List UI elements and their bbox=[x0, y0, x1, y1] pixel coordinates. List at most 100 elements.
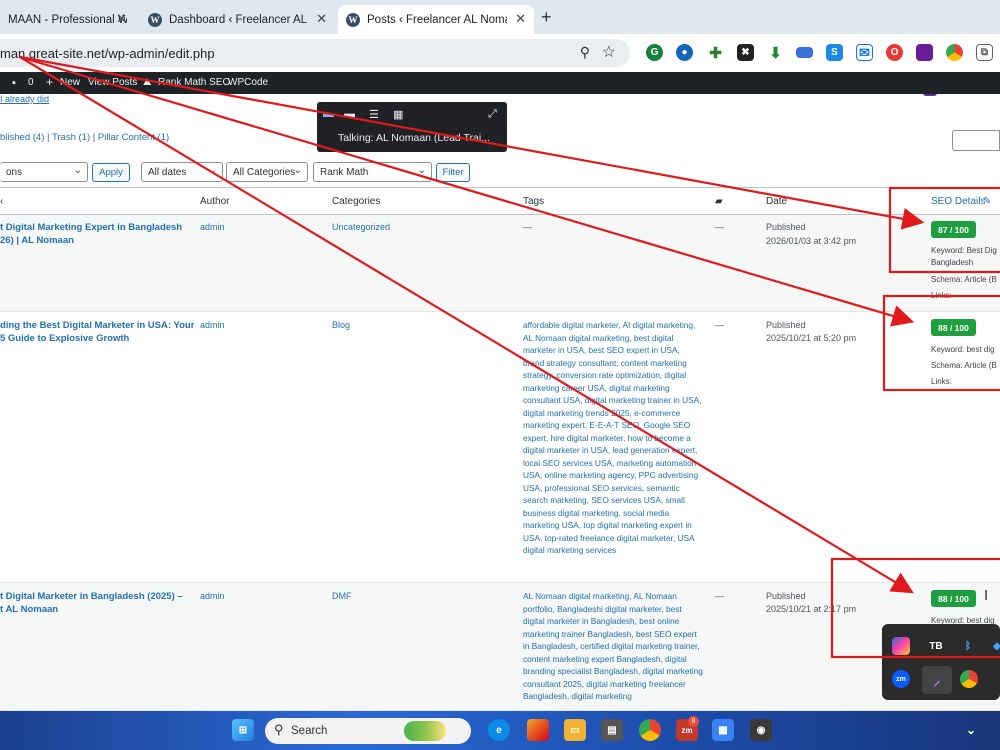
extension-icon[interactable] bbox=[796, 47, 813, 58]
categories-select[interactable]: All Categories ⌄ bbox=[226, 162, 308, 182]
mail-icon[interactable]: ✉ bbox=[856, 44, 873, 61]
comment-bubble-icon[interactable]: ▰ bbox=[715, 196, 723, 207]
filter-button[interactable]: Filter bbox=[436, 163, 470, 182]
published-filter-link[interactable]: blished (4) bbox=[0, 132, 44, 143]
post-category[interactable]: DMF bbox=[332, 590, 352, 603]
seo-links: Links: bbox=[931, 377, 952, 386]
chrome-icon[interactable] bbox=[946, 44, 963, 61]
notepad-icon[interactable]: ▦ bbox=[712, 719, 734, 741]
zoom-app-icon[interactable]: zm bbox=[892, 670, 910, 688]
table-row: ding the Best Digital Marketer in USA: Y… bbox=[0, 312, 1000, 583]
chevron-up-icon[interactable]: ⌄ bbox=[960, 719, 982, 741]
browser-tab-bar: MAAN - Professional We ✕ W Dashboard ‹ F… bbox=[0, 0, 1000, 34]
windows-start-icon[interactable]: ⊞ bbox=[232, 719, 254, 741]
add-icon[interactable]: ✚ bbox=[707, 44, 724, 62]
feather-icon[interactable]: ⸝ bbox=[922, 666, 952, 694]
expand-icon[interactable]: ⤢ bbox=[488, 108, 497, 121]
text-cursor-icon: Ⅰ bbox=[984, 587, 989, 603]
post-author[interactable]: admin bbox=[200, 319, 225, 332]
post-category[interactable]: Uncategorized bbox=[332, 221, 390, 234]
post-title-link[interactable]: t Digital Marketing Expert in Bangladesh… bbox=[0, 221, 182, 247]
column-date[interactable]: Date bbox=[766, 196, 787, 207]
taskbar-search-label: Search bbox=[291, 725, 328, 737]
notification-badge: 8 bbox=[688, 716, 699, 727]
posts-table-header: ‹ Author Categories Tags ▰ Date SEO Deta… bbox=[0, 187, 1000, 215]
dates-value: All dates bbox=[148, 166, 187, 178]
grammarly-icon[interactable]: G bbox=[646, 44, 663, 61]
edge-icon[interactable]: e bbox=[488, 719, 510, 741]
app-icon[interactable]: ◉ bbox=[750, 719, 772, 741]
column-tags[interactable]: Tags bbox=[523, 196, 544, 207]
admin-view-posts-link[interactable]: View Posts bbox=[88, 77, 137, 88]
extension-icon[interactable]: S bbox=[826, 44, 843, 61]
url-text[interactable]: man.great-site.net/wp-admin/edit.php bbox=[0, 46, 215, 61]
shield-icon[interactable]: ◆ bbox=[988, 637, 1000, 655]
seo-keyword: Keyword: best dig bbox=[931, 345, 995, 354]
windows-taskbar: ⊞ ⚲ Search e ▭ ▤ zm 8 ▦ ◉ ⌄ bbox=[0, 711, 1000, 750]
tab-dashboard[interactable]: W Dashboard ‹ Freelancer AL Nom ✕ bbox=[140, 5, 335, 34]
minimize-icon[interactable]: ▬ bbox=[323, 108, 334, 120]
admin-new-link[interactable]: New bbox=[60, 77, 80, 88]
bluetooth-icon[interactable]: ᛒ bbox=[959, 637, 977, 655]
column-author[interactable]: Author bbox=[200, 196, 229, 207]
sort-icon[interactable]: ‹ bbox=[0, 196, 3, 207]
tab-maan[interactable]: MAAN - Professional We ✕ bbox=[0, 5, 135, 34]
extension-icon[interactable]: ✖ bbox=[737, 44, 754, 61]
post-date: 2025/10/21 at 2:17 pm bbox=[766, 604, 857, 614]
close-tab-icon[interactable]: ✕ bbox=[116, 11, 127, 27]
close-tab-icon[interactable]: ✕ bbox=[515, 11, 526, 27]
search-posts-input[interactable] bbox=[952, 130, 1000, 151]
taskbar-search[interactable]: ⚲ Search bbox=[265, 718, 471, 744]
post-category[interactable]: Blog bbox=[332, 319, 350, 332]
download-arrow-icon[interactable]: ⬇ bbox=[767, 44, 784, 62]
rank-math-select[interactable]: Rank Math ⌄ bbox=[313, 162, 432, 182]
chrome-icon[interactable] bbox=[639, 719, 661, 741]
app-icon[interactable]: ▤ bbox=[601, 719, 623, 741]
extension-icon[interactable]: ● bbox=[676, 44, 693, 61]
tab-posts[interactable]: W Posts ‹ Freelancer AL Nomaan – ✕ bbox=[338, 5, 534, 34]
post-date: 2026/01/03 at 3:42 pm bbox=[766, 236, 857, 246]
apply-button[interactable]: Apply bbox=[92, 163, 130, 182]
comments-count[interactable]: 0 bbox=[28, 77, 34, 88]
dates-select[interactable]: All dates ⌄ bbox=[141, 162, 223, 182]
post-author[interactable]: admin bbox=[200, 221, 225, 234]
notice-link[interactable]: I already did bbox=[0, 94, 49, 104]
address-bar[interactable]: man.great-site.net/wp-admin/edit.php ⚲ ☆ bbox=[0, 39, 630, 67]
rank-math-value: Rank Math bbox=[320, 166, 369, 178]
layout-icon[interactable]: ▬ bbox=[344, 108, 355, 120]
new-tab-button[interactable]: + bbox=[541, 7, 552, 28]
pillar-filter-link[interactable]: Pillar Content (1) bbox=[98, 132, 169, 143]
pencil-icon[interactable]: ✎ bbox=[983, 196, 991, 207]
post-tags[interactable]: AL Nomaan digital marketing, AL Nomaan p… bbox=[523, 590, 703, 703]
copilot-icon[interactable] bbox=[527, 719, 549, 741]
bulk-actions-select[interactable]: ons ⌄ bbox=[0, 162, 88, 182]
admin-rank-math-link[interactable]: Rank Math SEO bbox=[158, 77, 230, 88]
chevron-down-icon: ⌄ bbox=[73, 165, 82, 176]
tb-icon[interactable]: TB bbox=[927, 637, 945, 655]
column-seo-details[interactable]: SEO Details bbox=[931, 196, 985, 207]
post-tags[interactable]: affordable digital marketer, AI digital … bbox=[523, 319, 703, 557]
seo-score-badge: 88 / 100 bbox=[931, 590, 976, 607]
close-tab-icon[interactable]: ✕ bbox=[316, 11, 327, 27]
comment-icon[interactable]: ▪ bbox=[12, 77, 16, 89]
video-call-overlay[interactable]: ▬ ▬ ☰ ▦ ⤢ Talking: AL Nomaan (Lead Trai.… bbox=[317, 102, 507, 152]
seo-keyword: Keyword: Best Dig bbox=[931, 246, 997, 255]
grid-icon[interactable]: ▦ bbox=[393, 108, 403, 121]
talking-status: Talking: AL Nomaan (Lead Trai... bbox=[338, 132, 490, 144]
copilot-icon[interactable] bbox=[892, 637, 910, 655]
file-explorer-icon[interactable]: ▭ bbox=[564, 719, 586, 741]
sidebar-icon[interactable]: ☰ bbox=[369, 108, 379, 121]
post-title-link[interactable]: t Digital Marketer in Bangladesh (2025) … bbox=[0, 590, 183, 616]
column-categories[interactable]: Categories bbox=[332, 196, 380, 207]
post-author[interactable]: admin bbox=[200, 590, 225, 603]
bookmark-star-icon[interactable]: ☆ bbox=[602, 42, 616, 62]
trash-filter-link[interactable]: Trash (1) bbox=[52, 132, 90, 143]
chrome-icon[interactable] bbox=[960, 670, 978, 688]
extensions-puzzle-icon[interactable]: ⧉ bbox=[976, 44, 993, 61]
zoom-icon[interactable]: ⚲ bbox=[580, 44, 590, 61]
admin-wpcode-link[interactable]: WPCode bbox=[228, 77, 268, 88]
post-title-link[interactable]: ding the Best Digital Marketer in USA: Y… bbox=[0, 319, 194, 345]
post-status: Published bbox=[766, 591, 806, 601]
extension-icon[interactable] bbox=[916, 44, 933, 61]
opera-icon[interactable]: O bbox=[886, 44, 903, 61]
